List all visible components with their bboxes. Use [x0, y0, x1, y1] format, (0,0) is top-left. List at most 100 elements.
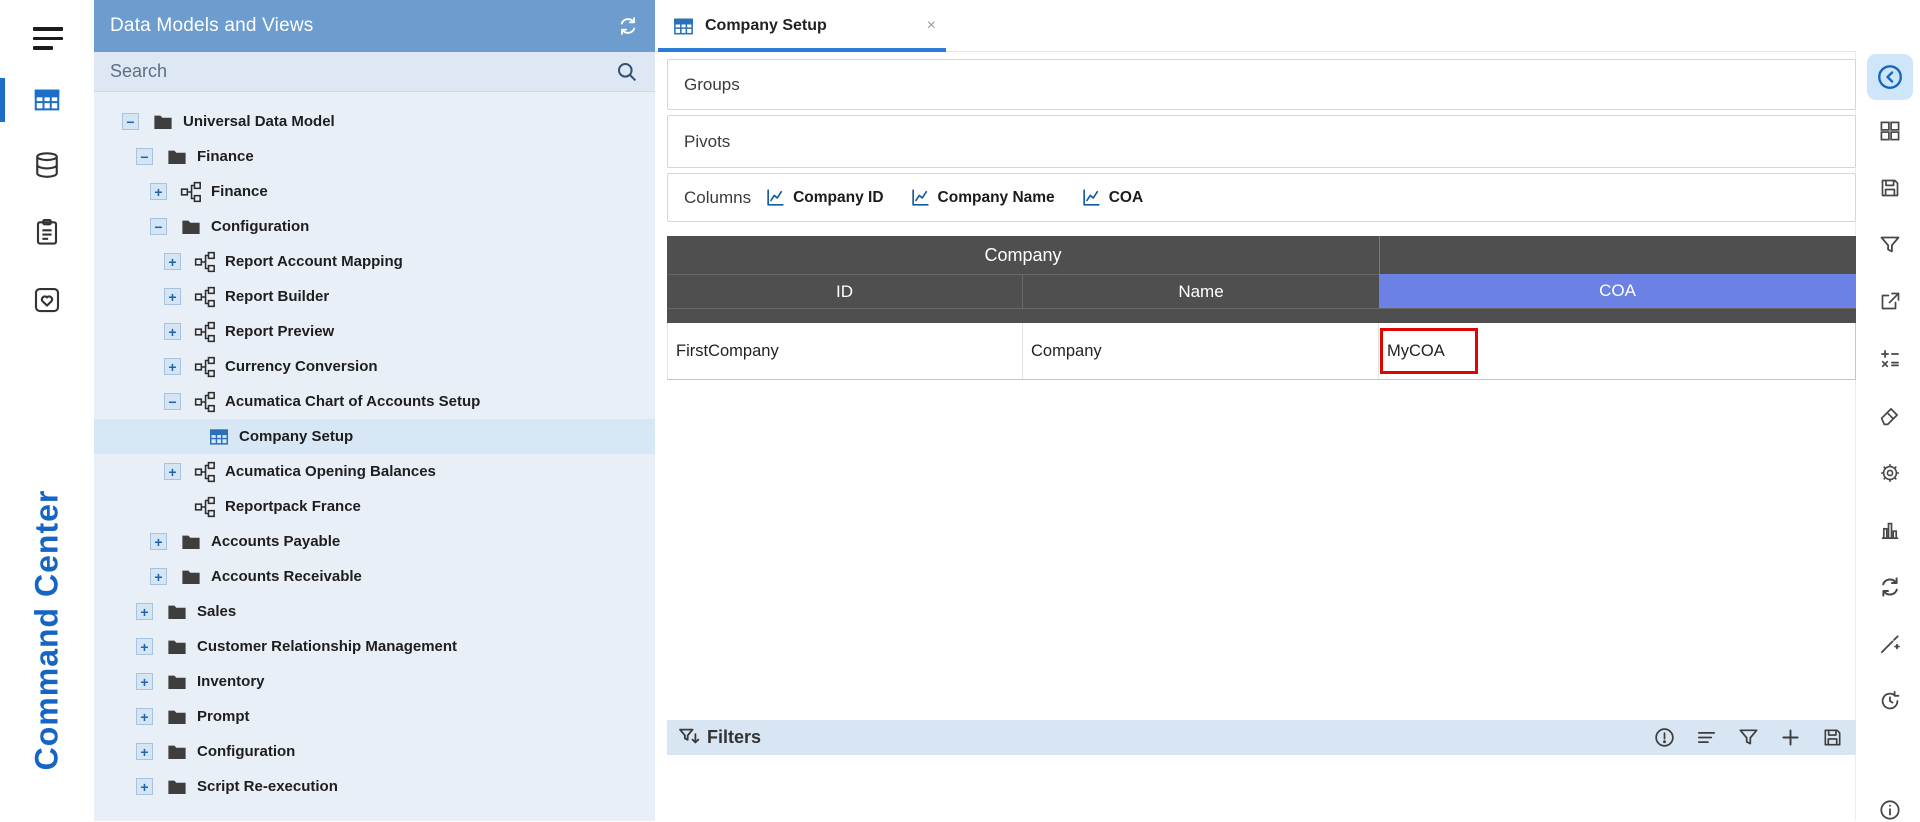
right-rail-tools	[1878, 119, 1902, 713]
rail-nav-database[interactable]	[0, 140, 94, 190]
main-content: Company Setup × Groups Pivots Columns Co…	[655, 0, 1856, 821]
column-header-name[interactable]: Name	[1023, 274, 1379, 308]
tree-item-accounts-payable[interactable]: + Accounts Payable	[94, 524, 655, 559]
pivots-dropzone[interactable]: Pivots	[667, 115, 1856, 168]
rail-nav-favorites[interactable]	[0, 275, 94, 325]
tree-expander-plus-icon[interactable]: +	[136, 708, 153, 725]
refresh-icon[interactable]	[617, 15, 639, 37]
tree-expander-plus-icon[interactable]: +	[164, 288, 181, 305]
table-row[interactable]: FirstCompany Company MyCOA	[667, 323, 1856, 380]
tree-expander-minus-icon[interactable]: −	[136, 148, 153, 165]
highlighted-cell[interactable]: MyCOA	[1380, 328, 1478, 374]
tree-item-finance[interactable]: + Finance	[94, 174, 655, 209]
rail-nav-data-models[interactable]	[0, 75, 94, 125]
tree-expander-plus-icon[interactable]: +	[164, 358, 181, 375]
tree-item-script-re-execution[interactable]: + Script Re-execution	[94, 769, 655, 804]
history-icon[interactable]	[1878, 689, 1902, 713]
folder-icon	[166, 776, 188, 798]
folder-icon	[166, 601, 188, 623]
folder-icon	[180, 531, 202, 553]
tree-item-universal-data-model[interactable]: − Universal Data Model	[94, 104, 655, 139]
list-icon[interactable]	[1695, 726, 1718, 749]
filters-bar[interactable]: Filters	[667, 720, 1856, 755]
tree-expander-plus-icon[interactable]: +	[164, 463, 181, 480]
tree-item-acumatica-opening-balances[interactable]: + Acumatica Opening Balances	[94, 454, 655, 489]
tree-item-report-preview[interactable]: + Report Preview	[94, 314, 655, 349]
tree-item-customer-relationship-management[interactable]: + Customer Relationship Management	[94, 629, 655, 664]
tree-expander-plus-icon[interactable]: +	[150, 533, 167, 550]
tree-item-reportpack-france[interactable]: Reportpack France	[94, 489, 655, 524]
tree-expander-plus-icon[interactable]: +	[136, 673, 153, 690]
tree-expander-minus-icon[interactable]: −	[164, 393, 181, 410]
column-chip-label: Company ID	[793, 188, 884, 206]
tree-expander-plus-icon[interactable]: +	[164, 253, 181, 270]
column-group-header-company[interactable]: Company	[667, 236, 1379, 274]
tree-item-inventory[interactable]: + Inventory	[94, 664, 655, 699]
operations-icon[interactable]	[1878, 347, 1902, 371]
wand-icon[interactable]	[1878, 632, 1902, 656]
tab-company-setup[interactable]: Company Setup ×	[658, 0, 946, 52]
folder-icon	[166, 741, 188, 763]
search-bar	[94, 52, 655, 92]
tree-item-company-setup[interactable]: Company Setup	[94, 419, 655, 454]
cell-company-id[interactable]: FirstCompany	[667, 323, 1023, 379]
left-nav-rail: Command Center	[0, 0, 94, 821]
groups-dropzone[interactable]: Groups	[667, 59, 1856, 110]
column-chip-coa[interactable]: COA	[1081, 187, 1143, 208]
tree-expander-minus-icon[interactable]: −	[122, 113, 139, 130]
tree-item-finance[interactable]: − Finance	[94, 139, 655, 174]
columns-dropzone[interactable]: Columns Company ID Company Name COA	[667, 173, 1856, 222]
tree-item-label: Prompt	[197, 708, 250, 725]
tree-item-configuration[interactable]: − Configuration	[94, 209, 655, 244]
tree-expander-plus-icon[interactable]: +	[150, 568, 167, 585]
tree-expander-plus-icon[interactable]: +	[150, 183, 167, 200]
cell-coa[interactable]: MyCOA	[1379, 323, 1856, 379]
tree-item-label: Accounts Payable	[211, 533, 341, 550]
sidebar-panel: Data Models and Views − Universal Data Mo…	[94, 0, 655, 821]
funnel-icon[interactable]	[1878, 233, 1902, 257]
tree-item-configuration[interactable]: + Configuration	[94, 734, 655, 769]
tree-expander-plus-icon[interactable]: +	[136, 743, 153, 760]
tree-item-report-account-mapping[interactable]: + Report Account Mapping	[94, 244, 655, 279]
search-icon[interactable]	[615, 60, 639, 84]
menu-icon[interactable]	[33, 27, 63, 50]
tree-expander-plus-icon[interactable]: +	[164, 323, 181, 340]
collapse-panel-button[interactable]	[1867, 54, 1913, 100]
column-header-coa[interactable]: COA	[1379, 274, 1856, 308]
search-input[interactable]	[94, 52, 599, 91]
column-chip-label: Company Name	[937, 188, 1055, 206]
tree-item-currency-conversion[interactable]: + Currency Conversion	[94, 349, 655, 384]
dashboard-icon[interactable]	[1878, 119, 1902, 143]
column-chip-company-id[interactable]: Company ID	[765, 187, 884, 208]
plus-icon[interactable]	[1779, 726, 1802, 749]
tab-bar: Company Setup ×	[655, 0, 1856, 52]
eraser-icon[interactable]	[1878, 404, 1902, 428]
close-icon[interactable]: ×	[927, 18, 936, 34]
export-icon[interactable]	[1878, 290, 1902, 314]
tree-expander-minus-icon[interactable]: −	[150, 218, 167, 235]
tree-item-acumatica-chart-of-accounts-setup[interactable]: − Acumatica Chart of Accounts Setup	[94, 384, 655, 419]
save-icon[interactable]	[1878, 176, 1902, 200]
save-icon[interactable]	[1821, 726, 1844, 749]
column-header-id[interactable]: ID	[667, 274, 1023, 308]
tree-expander-plus-icon[interactable]: +	[136, 638, 153, 655]
refresh-icon[interactable]	[1878, 575, 1902, 599]
bar-chart-icon[interactable]	[1878, 518, 1902, 542]
cell-company-name[interactable]: Company	[1023, 323, 1379, 379]
tree-item-report-builder[interactable]: + Report Builder	[94, 279, 655, 314]
tree-expander-plus-icon[interactable]: +	[136, 603, 153, 620]
funnel-icon[interactable]	[1737, 726, 1760, 749]
command-center-label: Command Center	[28, 489, 65, 771]
gear-icon[interactable]	[1878, 461, 1902, 485]
tree-item-prompt[interactable]: + Prompt	[94, 699, 655, 734]
tree-expander-plus-icon[interactable]: +	[136, 778, 153, 795]
info-icon[interactable]	[1878, 798, 1902, 822]
rail-nav-scripts[interactable]	[0, 207, 94, 257]
tree-item-sales[interactable]: + Sales	[94, 594, 655, 629]
tree-item-label: Report Account Mapping	[225, 253, 403, 270]
tree-item-accounts-receivable[interactable]: + Accounts Receivable	[94, 559, 655, 594]
header-spacer-row	[667, 308, 1856, 323]
model-icon	[194, 356, 216, 378]
alert-icon[interactable]	[1653, 726, 1676, 749]
column-chip-company-name[interactable]: Company Name	[910, 187, 1055, 208]
